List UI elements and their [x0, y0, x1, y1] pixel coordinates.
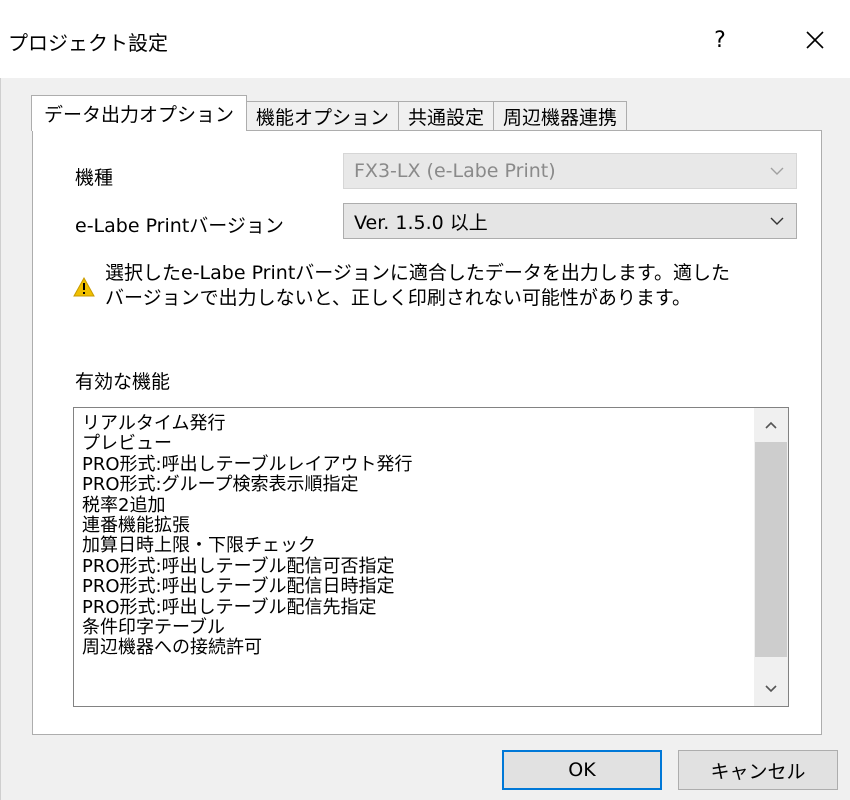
chevron-up-icon — [765, 421, 777, 429]
scroll-up-button[interactable] — [754, 408, 788, 442]
window-title: プロジェクト設定 — [8, 31, 168, 55]
help-button[interactable]: ? — [690, 18, 750, 62]
ok-button[interactable]: OK — [502, 750, 662, 790]
chevron-down-icon — [768, 162, 786, 180]
list-item[interactable]: PRO形式:呼出しテーブル配信可否指定 — [82, 556, 752, 577]
features-label: 有効な機能 — [75, 371, 171, 393]
version-label: e-Labe Printバージョン — [75, 215, 284, 237]
list-item[interactable]: リアルタイム発行 — [82, 413, 752, 434]
title-bar: プロジェクト設定 ? — [0, 0, 850, 78]
features-list: リアルタイム発行 プレビュー PRO形式:呼出しテーブルレイアウト発行 PRO形式:グ… — [82, 413, 752, 659]
tab-peripheral-integration[interactable]: 周辺機器連携 — [493, 101, 628, 131]
list-item[interactable]: 連番機能拡張 — [82, 515, 752, 536]
close-icon — [806, 31, 824, 49]
warning-line: バージョンで出力しないと、正しく印刷されない可能性があります。 — [105, 287, 691, 309]
list-item[interactable]: 加算日時上限・下限チェック — [82, 536, 752, 556]
list-item[interactable]: 周辺機器への接続許可 — [82, 638, 752, 658]
scroll-down-button[interactable] — [754, 672, 788, 706]
tab-panel: 機種 FX3-LX (e-Labe Print) e-Labe Printバージ… — [32, 130, 822, 735]
cancel-button[interactable]: キャンセル — [678, 750, 838, 790]
warning-line: 選択したe-Labe Printバージョンに適合したデータを出力します。適した — [105, 262, 730, 284]
close-button[interactable] — [790, 18, 840, 62]
features-listbox[interactable]: リアルタイム発行 プレビュー PRO形式:呼出しテーブルレイアウト発行 PRO形式:グ… — [73, 407, 789, 707]
tab-strip: データ出力オプション 機能オプション 共通設定 周辺機器連携 — [31, 95, 628, 131]
chevron-down-icon — [765, 685, 777, 693]
warning-message: 選択したe-Labe Printバージョンに適合したデータを出力します。適した … — [105, 261, 805, 311]
vertical-scrollbar[interactable] — [754, 408, 788, 706]
model-select: FX3-LX (e-Labe Print) — [343, 153, 797, 189]
list-item[interactable]: 税率2追加 — [82, 495, 752, 516]
chevron-down-icon — [768, 212, 786, 230]
list-item[interactable]: プレビュー — [82, 434, 752, 454]
model-label: 機種 — [75, 167, 114, 189]
version-select-value: Ver. 1.5.0 以上 — [354, 211, 488, 234]
tab-data-output-options[interactable]: データ出力オプション — [31, 95, 248, 131]
scrollbar-thumb[interactable] — [755, 442, 787, 657]
list-item[interactable]: PRO形式:呼出しテーブルレイアウト発行 — [82, 454, 752, 475]
tab-common-settings[interactable]: 共通設定 — [398, 101, 495, 131]
warning-icon — [73, 276, 95, 297]
tab-function-options[interactable]: 機能オプション — [246, 101, 400, 131]
version-select[interactable]: Ver. 1.5.0 以上 — [343, 203, 797, 239]
list-item[interactable]: PRO形式:グループ検索表示順指定 — [82, 474, 752, 495]
list-item[interactable]: 条件印字テーブル — [82, 617, 752, 638]
model-select-value: FX3-LX (e-Labe Print) — [354, 160, 556, 182]
list-item[interactable]: PRO形式:呼出しテーブル配信先指定 — [82, 597, 752, 618]
list-item[interactable]: PRO形式:呼出しテーブル配信日時指定 — [82, 576, 752, 597]
